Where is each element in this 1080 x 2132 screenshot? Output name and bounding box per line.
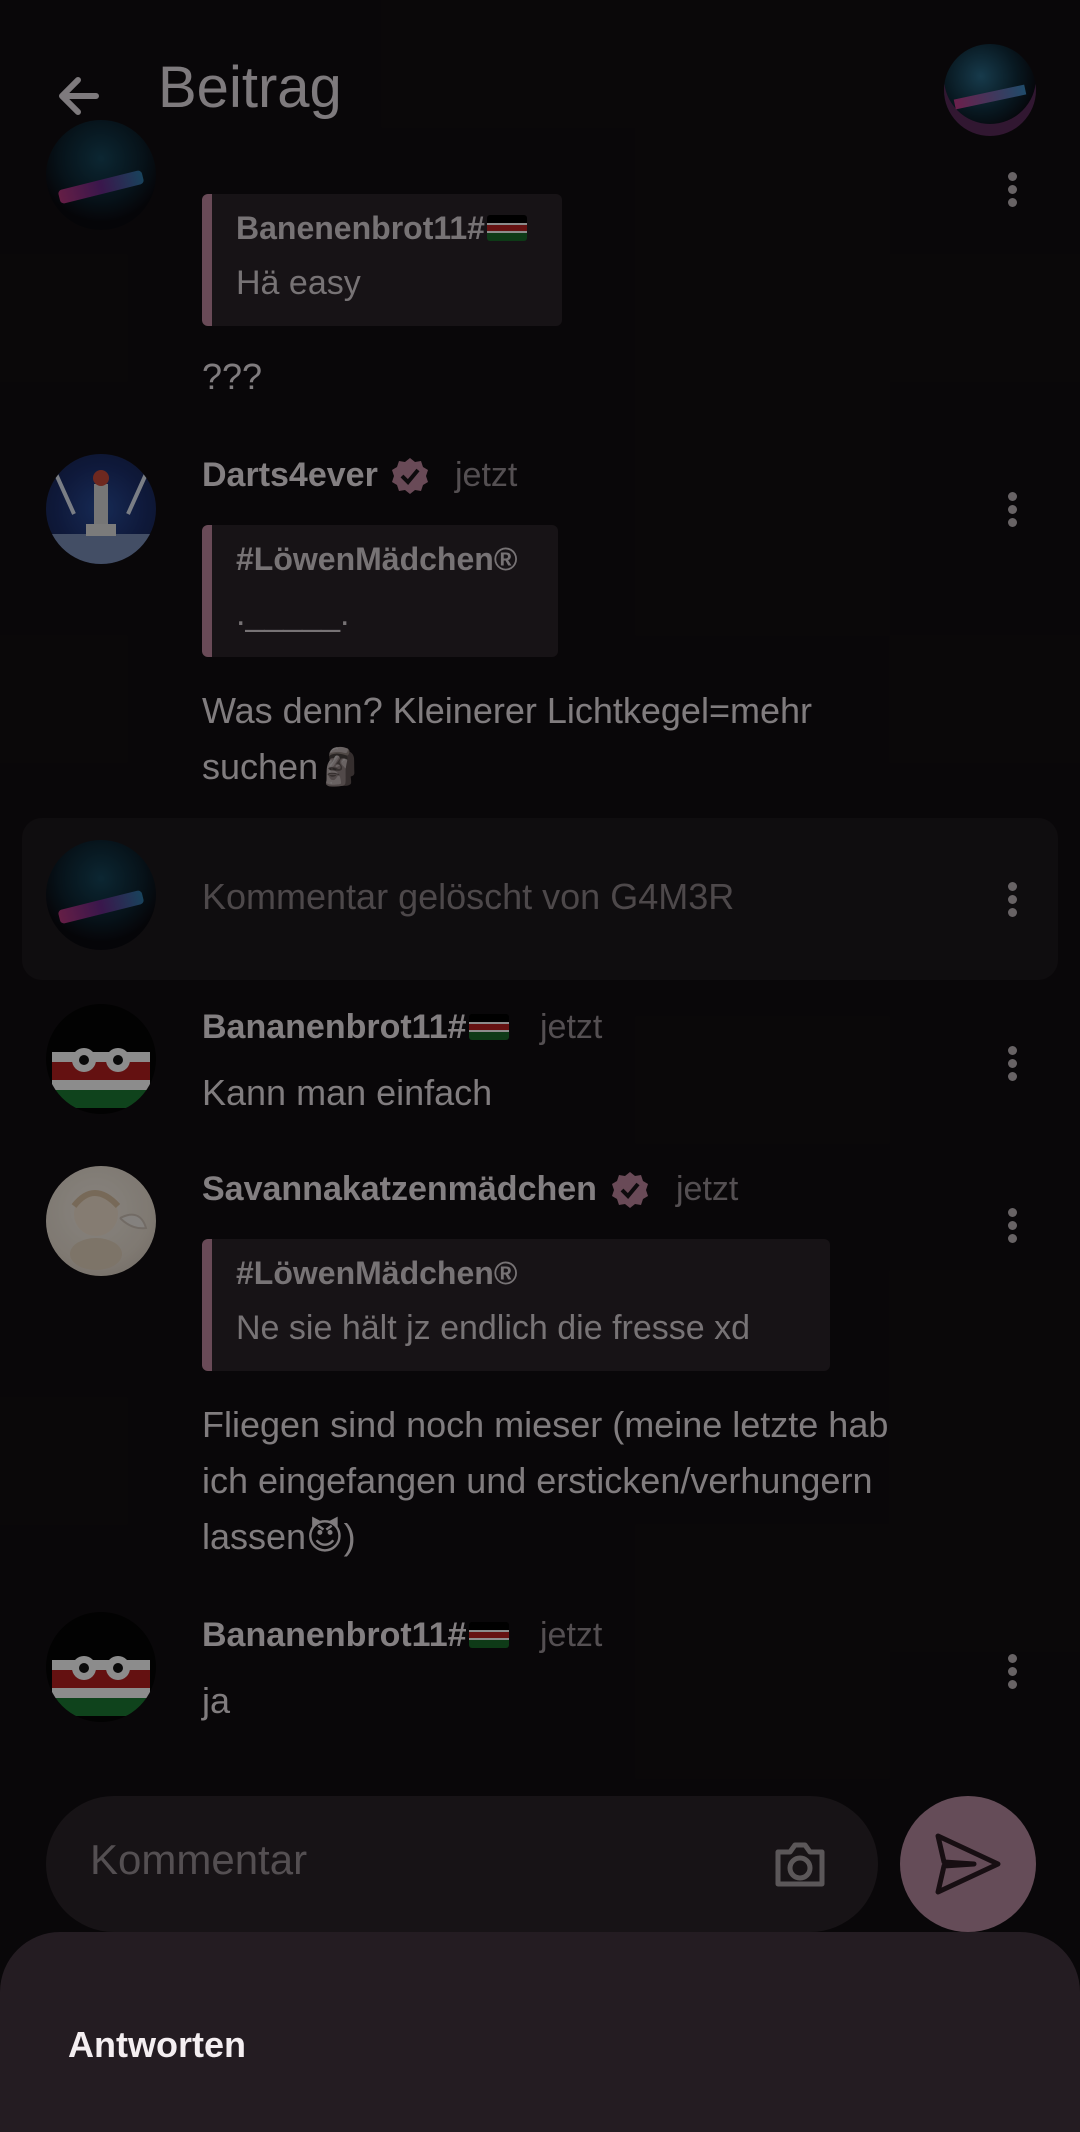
reply-action[interactable]: Antworten — [68, 2024, 246, 2066]
app: Beitrag Banenenbrot11# Hä easy ??? Darts… — [0, 0, 1080, 2132]
modal-scrim[interactable] — [0, 0, 1080, 2132]
bottom-sheet: Antworten — [0, 1932, 1080, 2132]
